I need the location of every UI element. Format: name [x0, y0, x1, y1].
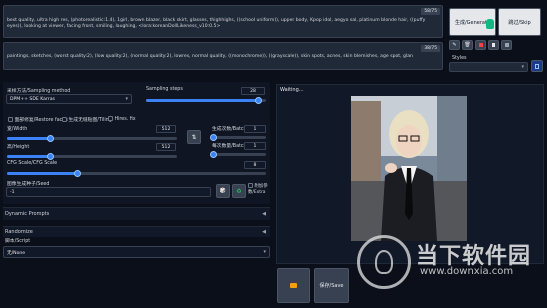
red-square-icon[interactable]: [475, 40, 486, 50]
width-label: 宽/Width: [7, 127, 28, 132]
generated-image[interactable]: [351, 96, 467, 241]
cfg-label: CFG Scale/CFG Scale: [7, 161, 58, 166]
script-value: 无/None: [7, 251, 26, 256]
extra-seed-checkbox[interactable]: [248, 183, 253, 188]
sampling-method-select[interactable]: DPM++ SDE Karras ▾: [6, 94, 132, 104]
clipboard-icon[interactable]: [488, 40, 499, 50]
save-icon[interactable]: [501, 40, 512, 50]
styles-dropdown[interactable]: ▾: [449, 62, 528, 72]
sampling-method-label: 采样方法/Sampling method: [7, 89, 71, 94]
cursor-hand-icon: [486, 19, 494, 29]
height-input[interactable]: 512: [156, 143, 176, 151]
cfg-fill: [7, 172, 77, 175]
script-select[interactable]: 无/None ▾: [3, 246, 270, 258]
folder-icon: [290, 283, 297, 288]
tiling-option[interactable]: 生成无缝贴图/Tiling: [62, 116, 112, 123]
hires-fix-checkbox[interactable]: [108, 116, 113, 121]
save-label: 保存/Save: [319, 283, 344, 289]
pencil-icon[interactable]: ✎: [449, 40, 460, 50]
batch-count-thumb[interactable]: [210, 134, 217, 141]
sampling-steps-label: Sampling steps: [146, 87, 183, 92]
restore-faces-label: 面部修复/Restore faces: [14, 118, 68, 123]
width-slider[interactable]: [7, 137, 177, 140]
sampling-steps-thumb[interactable]: [255, 97, 262, 104]
cfg-input[interactable]: 8: [244, 161, 266, 169]
generate-label: 生成/Generate: [454, 19, 491, 26]
positive-prompt-box[interactable]: best quality, ultra high res, (photoreal…: [3, 5, 443, 38]
height-thumb[interactable]: [47, 153, 54, 160]
save-button[interactable]: 保存/Save: [314, 268, 349, 303]
sampling-steps-input[interactable]: 28: [241, 87, 265, 95]
extra-seed-option[interactable]: 附加参 数/Extra: [248, 183, 270, 195]
random-seed-button[interactable]: 🎲: [216, 184, 230, 198]
cfg-thumb[interactable]: [74, 170, 81, 177]
swap-icon: ⇅: [191, 133, 197, 141]
hires-fix-label: Hires. fix: [114, 117, 136, 122]
trash-icon[interactable]: 🗑: [462, 40, 473, 50]
reuse-seed-button[interactable]: ♻: [232, 184, 246, 198]
dice-icon: 🎲: [219, 188, 227, 194]
sampling-steps-fill: [146, 99, 258, 102]
seed-input[interactable]: -1: [6, 187, 211, 197]
sampling-method-value: DPM++ SDE Karras: [10, 97, 55, 102]
batch-count-input[interactable]: 1: [244, 125, 266, 133]
tiling-checkbox[interactable]: [62, 117, 67, 122]
sampling-steps-slider[interactable]: [146, 99, 266, 102]
script-label: 脚本/Script: [5, 239, 31, 244]
restore-faces-option[interactable]: 面部修复/Restore faces: [8, 116, 68, 123]
randomize-section[interactable]: Randomize ◀: [3, 226, 270, 237]
height-slider[interactable]: [7, 155, 177, 158]
width-input[interactable]: 512: [156, 125, 176, 133]
progress-status: Waiting...: [280, 87, 304, 93]
dynamic-prompts-section[interactable]: Dynamic Prompts ◀: [3, 207, 270, 220]
swap-dimensions-button[interactable]: ⇅: [187, 130, 201, 144]
watermark-logo-icon: [357, 235, 411, 289]
seed-value: -1: [10, 190, 15, 195]
batch-count-slider[interactable]: [212, 136, 266, 139]
skip-label: 跳过/Skip: [508, 19, 531, 26]
restore-faces-checkbox[interactable]: [8, 117, 13, 122]
positive-prompt-text: best quality, ultra high res, (photoreal…: [7, 18, 426, 30]
open-folder-button[interactable]: [277, 268, 310, 303]
extra-label-2: 数/Extra: [248, 190, 266, 195]
height-fill: [7, 155, 50, 158]
negative-prompt-box[interactable]: paintings, sketches, (worst quality:2), …: [3, 42, 443, 70]
chevron-down-icon: ▾: [263, 249, 266, 255]
randomize-title: Randomize: [5, 229, 33, 235]
chevron-down-icon: ▾: [125, 96, 128, 102]
height-label: 高/Height: [7, 145, 30, 150]
skip-button[interactable]: 跳过/Skip: [498, 8, 541, 36]
dynamic-prompts-title: Dynamic Prompts: [5, 211, 50, 217]
cfg-slider[interactable]: [7, 172, 266, 175]
styles-label: Styles: [452, 56, 467, 61]
tiling-label: 生成无缝贴图/Tiling: [68, 118, 112, 123]
collapse-triangle-icon: ◀: [262, 211, 266, 217]
width-fill: [7, 137, 50, 140]
chevron-down-icon: ▾: [521, 64, 524, 70]
apply-styles-button[interactable]: [531, 60, 543, 72]
negative-token-counter: 38/75: [421, 45, 440, 52]
batch-size-slider[interactable]: [212, 153, 266, 156]
batch-size-thumb[interactable]: [210, 151, 217, 158]
recycle-icon: ♻: [236, 187, 242, 195]
batch-size-input[interactable]: 1: [244, 142, 266, 150]
watermark-url: www.downxia.com: [420, 266, 514, 277]
seed-label: 图像生成种子/Seed: [7, 182, 50, 187]
negative-prompt-text: paintings, sketches, (worst quality:2), …: [7, 54, 413, 59]
positive-token-counter: 58/75: [421, 8, 440, 15]
width-thumb[interactable]: [47, 135, 54, 142]
collapse-triangle-icon: ◀: [262, 229, 266, 235]
hires-fix-option[interactable]: Hires. fix: [108, 116, 136, 122]
